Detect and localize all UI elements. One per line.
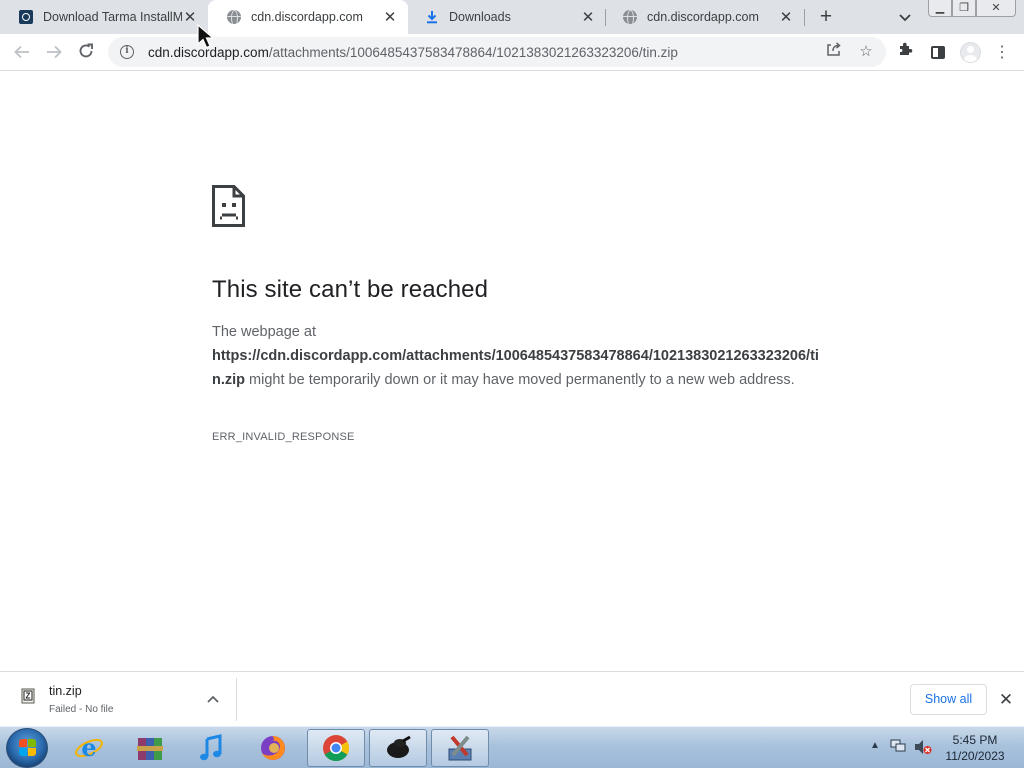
tab-cdn-discordapp[interactable]: cdn.discordapp.com ✕ [604, 0, 804, 34]
svg-text:Z: Z [26, 692, 31, 701]
clock-time: 5:45 PM [952, 733, 998, 747]
close-shelf-icon[interactable]: ✕ [995, 689, 1017, 711]
shelf-divider [236, 678, 237, 721]
zip-file-icon: Z [21, 688, 35, 704]
close-tab-icon[interactable]: ✕ [382, 9, 398, 26]
taskbar-clock[interactable]: 5:45 PM 11/20/2023 [940, 732, 1010, 764]
close-tab-icon[interactable]: ✕ [182, 9, 198, 26]
error-message: might be temporarily down or it may have… [245, 372, 795, 388]
taskbar-app-tools[interactable] [431, 729, 489, 767]
forward-arrow-icon[interactable] [40, 39, 68, 67]
tools-app-icon [445, 733, 475, 763]
download-shelf: Z tin.zip Failed - No file Show all ✕ [0, 671, 1024, 726]
tab-title: cdn.discordapp.com [251, 10, 363, 24]
chrome-icon [321, 733, 351, 763]
firefox-icon [258, 733, 288, 763]
itunes-note-icon [196, 733, 226, 763]
download-arrow-icon [424, 9, 440, 25]
minimize-icon[interactable]: ▁ [928, 0, 952, 17]
network-icon[interactable] [890, 739, 906, 753]
url-text[interactable]: cdn.discordapp.com/attachments/100648543… [148, 45, 678, 60]
tab-title: Download Tarma InstallMate [43, 10, 182, 24]
black-blob-app-icon [383, 733, 413, 763]
taskbar-itunes[interactable] [182, 729, 240, 767]
share-icon[interactable] [821, 37, 845, 67]
taskbar-chrome[interactable] [307, 729, 365, 767]
download-filename: tin.zip [49, 684, 82, 698]
error-description: The webpage at https://cdn.discordapp.com… [212, 320, 822, 392]
sad-page-icon [212, 185, 245, 227]
restore-icon[interactable]: ❐ [952, 0, 976, 17]
show-all-button[interactable]: Show all [910, 684, 987, 715]
extensions-puzzle-icon[interactable] [892, 39, 920, 67]
internet-explorer-icon: e [74, 733, 104, 763]
chevron-up-icon[interactable] [205, 691, 221, 707]
globe-icon [226, 9, 242, 25]
url-path: /attachments/1006485437583478864/1021383… [268, 44, 678, 60]
winrar-books-icon [135, 733, 165, 763]
tab-installmate[interactable]: Download Tarma InstallMate ✕ [0, 0, 208, 34]
tab-strip: Download Tarma InstallMate ✕ cdn.discord… [0, 0, 1024, 34]
taskbar-firefox[interactable] [244, 729, 302, 767]
window-close-icon[interactable]: ✕ [976, 0, 1016, 17]
new-tab-plus-icon[interactable]: + [814, 5, 838, 29]
address-bar[interactable]: i cdn.discordapp.com/attachments/1006485… [108, 37, 886, 67]
site-info-icon[interactable]: i [120, 45, 134, 59]
side-panel-icon[interactable] [931, 46, 945, 59]
globe-icon [622, 9, 638, 25]
tab-title: cdn.discordapp.com [647, 10, 759, 24]
svg-text:e: e [81, 733, 96, 762]
close-tab-icon[interactable]: ✕ [778, 9, 794, 26]
error-code: ERR_INVALID_RESPONSE [212, 431, 355, 443]
start-button[interactable] [6, 728, 48, 768]
windows-taskbar: e ▲ 5:45 PM 11/20/2023 [0, 726, 1024, 768]
download-item[interactable]: Z tin.zip Failed - No file [12, 672, 236, 727]
system-tray: ▲ 5:45 PM 11/20/2023 [866, 727, 1024, 768]
page-content: This site can’t be reached The webpage a… [0, 72, 1024, 671]
tab-search-chevron-icon[interactable] [894, 6, 916, 28]
installmate-q-icon [18, 9, 34, 25]
windows-logo-icon [19, 739, 37, 757]
download-status: Failed - No file [49, 704, 114, 715]
tab-cdn-discordapp-active[interactable]: cdn.discordapp.com ✕ [208, 0, 408, 34]
show-hidden-icons-icon[interactable]: ▲ [870, 740, 880, 751]
taskbar-winrar[interactable] [121, 729, 179, 767]
tab-downloads[interactable]: Downloads ✕ [406, 0, 606, 34]
mouse-cursor-icon [197, 24, 215, 49]
taskbar-internet-explorer[interactable]: e [60, 729, 118, 767]
menu-kebab-icon[interactable]: ⋮ [988, 39, 1016, 67]
volume-muted-icon[interactable] [914, 739, 932, 755]
browser-toolbar: i cdn.discordapp.com/attachments/1006485… [0, 34, 1024, 71]
bookmark-star-icon[interactable]: ☆ [854, 37, 878, 67]
window-controls: ▁ ❐ ✕ [928, 0, 1016, 18]
back-arrow-icon[interactable] [8, 39, 36, 67]
tab-title: Downloads [449, 10, 511, 24]
error-title: This site can’t be reached [212, 276, 489, 303]
tab-separator [804, 9, 805, 26]
close-tab-icon[interactable]: ✕ [580, 9, 596, 26]
reload-icon[interactable] [72, 39, 100, 67]
taskbar-app-black-blob[interactable] [369, 729, 427, 767]
error-intro: The webpage at [212, 324, 316, 340]
clock-date: 11/20/2023 [945, 749, 1005, 763]
profile-avatar-icon[interactable] [960, 42, 981, 63]
